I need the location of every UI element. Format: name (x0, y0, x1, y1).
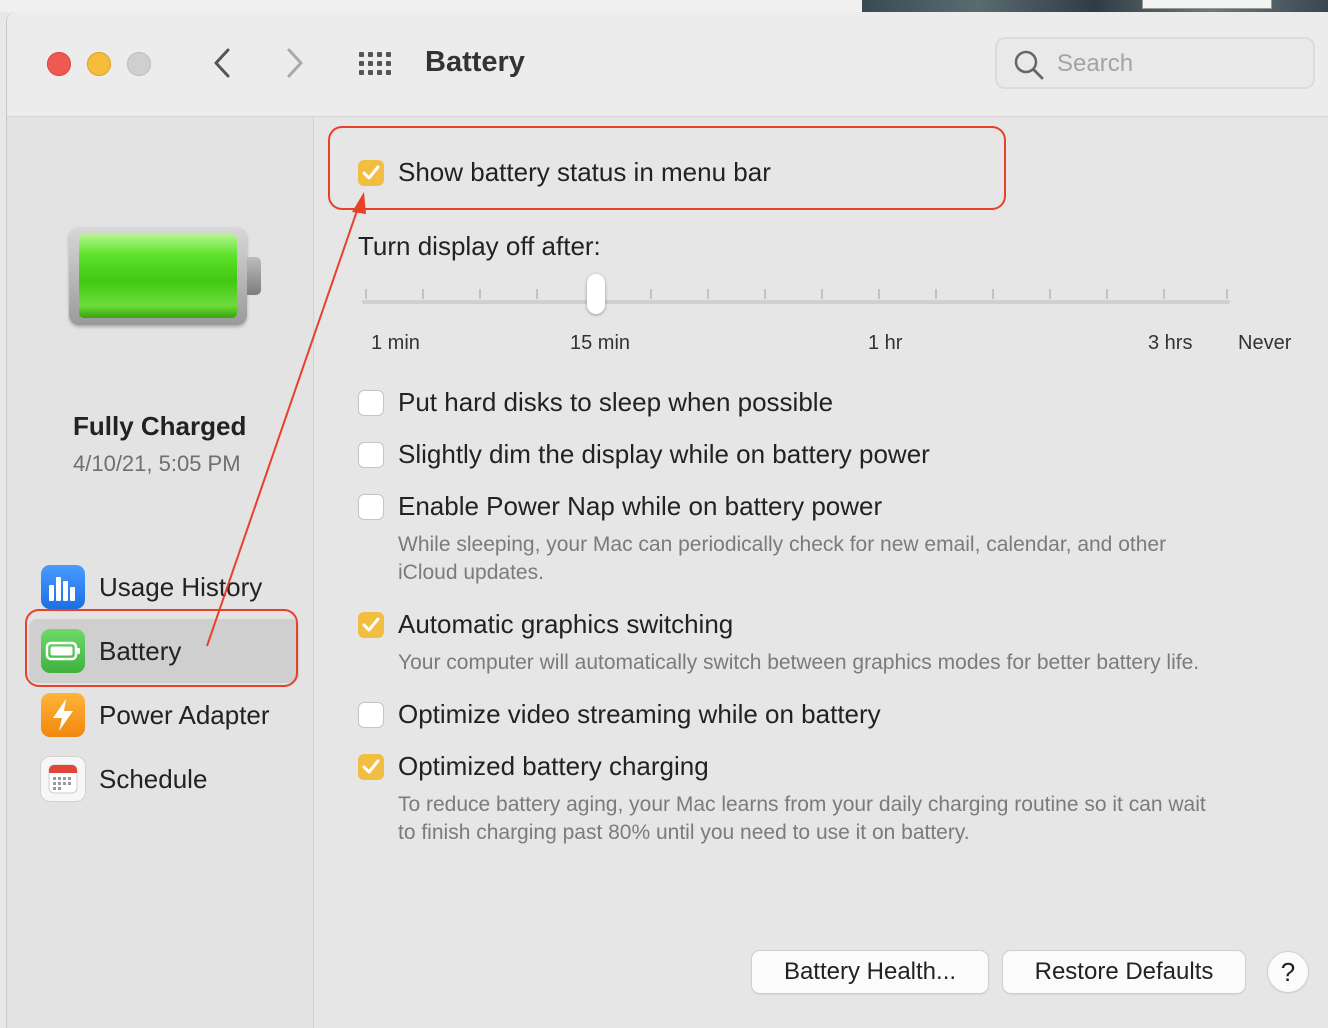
annotation-arrow (206, 192, 366, 647)
